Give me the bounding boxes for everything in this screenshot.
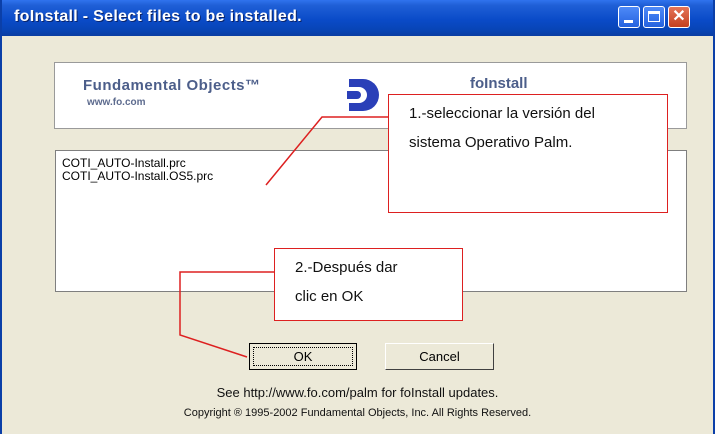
callout-step-2: 2.-Después dar clic en OK (274, 248, 463, 321)
maximize-icon (648, 11, 660, 22)
cancel-button[interactable]: Cancel (385, 343, 494, 370)
callout-step-1-line-1: 1.-seleccionar la versión del (409, 105, 595, 122)
brand-name: Fundamental Objects™ (83, 77, 261, 94)
close-icon: ✕ (672, 8, 686, 25)
callout-step-2-line-2: clic en OK (295, 288, 364, 305)
fo-logo-icon (345, 79, 379, 111)
update-note: See http://www.fo.com/palm for foInstall… (216, 385, 499, 400)
close-button[interactable]: ✕ (668, 6, 690, 28)
minimize-icon (624, 20, 633, 23)
ok-button[interactable]: OK (249, 343, 357, 370)
list-item[interactable]: COTI_AUTO-Install.OS5.prc (62, 170, 213, 183)
callout-step-1: 1.-seleccionar la versión del sistema Op… (388, 94, 668, 213)
maximize-button[interactable] (643, 6, 665, 28)
install-window: foInstall - Select files to be installed… (0, 0, 715, 434)
brand-url: www.fo.com (87, 97, 146, 108)
callout-step-1-line-2: sistema Operativo Palm. (409, 134, 573, 151)
minimize-button[interactable] (618, 6, 640, 28)
title-bar[interactable]: foInstall - Select files to be installed… (2, 0, 713, 36)
product-name: foInstall (470, 75, 528, 92)
callout-step-2-line-1: 2.-Después dar (295, 259, 398, 276)
copyright-note: Copyright ® 1995-2002 Fundamental Object… (183, 407, 532, 419)
window-title: foInstall - Select files to be installed… (14, 8, 302, 25)
